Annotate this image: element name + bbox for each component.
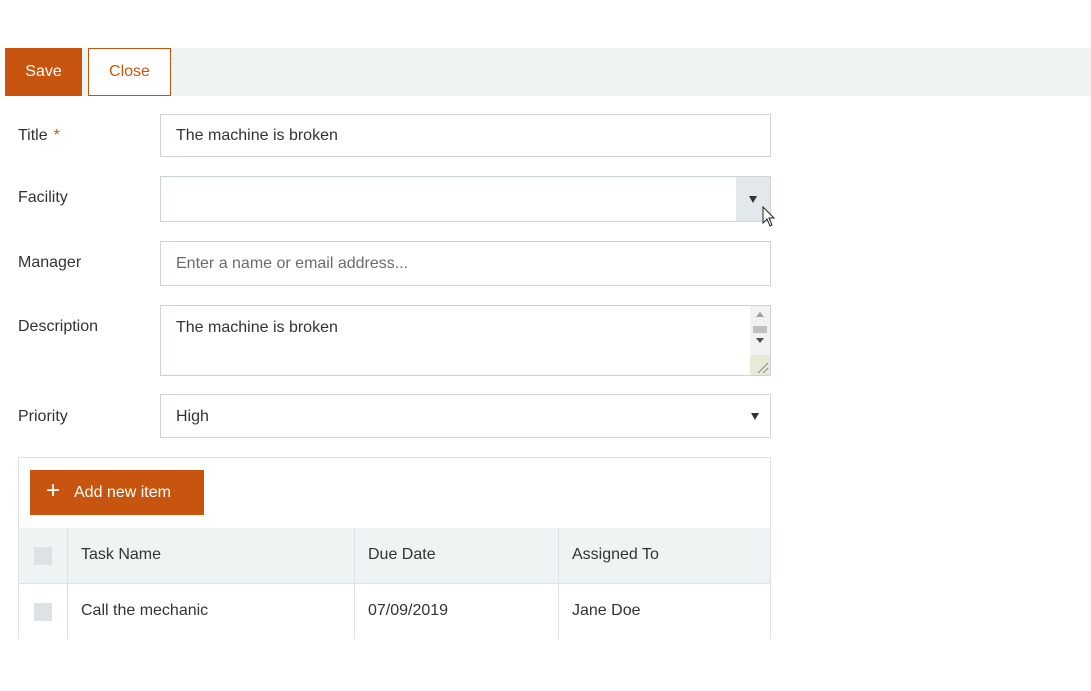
priority-select[interactable]: High [160,394,771,438]
priority-label: Priority [18,408,68,425]
row-select-cell [19,584,67,639]
due-date-cell: 07/09/2019 [354,584,558,639]
mouse-cursor-icon [762,206,776,227]
title-input[interactable]: The machine is broken [160,114,771,157]
task-name-value: Call the mechanic [81,602,209,619]
column-header-label: Due Date [368,546,436,563]
column-header-due-date[interactable]: Due Date [354,528,558,583]
facility-dropdown[interactable] [160,176,771,222]
description-value: The machine is broken [176,319,338,336]
manager-label: Manager [18,254,82,271]
assigned-to-value: Jane Doe [572,602,641,619]
add-new-item-label: Add new item [74,484,171,501]
select-all-cell [19,528,67,583]
task-name-cell: Call the mechanic [67,584,354,639]
column-header-assigned-to[interactable]: Assigned To [558,528,770,583]
manager-placeholder: Enter a name or email address... [176,255,409,272]
column-header-label: Task Name [81,546,162,563]
add-new-item-button[interactable]: + Add new item [30,470,204,515]
caret-down-icon [749,196,757,203]
scroll-up-icon[interactable] [756,312,764,317]
column-header-task-name[interactable]: Task Name [67,528,354,583]
scroll-down-icon[interactable] [756,338,764,343]
table-header: Task Name Due Date Assigned To [19,528,770,584]
close-button[interactable]: Close [88,48,171,96]
due-date-value: 07/09/2019 [368,602,449,619]
description-label: Description [18,318,99,335]
priority-value: High [176,408,209,425]
required-marker: * [53,127,60,144]
plus-icon: + [46,477,61,504]
column-header-label: Assigned To [572,546,659,563]
title-input-value: The machine is broken [176,127,338,144]
scroll-thumb[interactable] [753,326,767,333]
manager-people-picker[interactable]: Enter a name or email address... [160,241,771,286]
facility-label: Facility [18,189,68,206]
toolbar: Save Close [5,48,1091,96]
select-all-checkbox[interactable] [34,547,52,565]
save-button[interactable]: Save [5,48,82,96]
title-label: Title * [18,127,60,145]
chevron-down-icon [751,413,759,420]
tasks-panel: + Add new item Task Name Due Date Assign… [18,457,771,639]
table-row[interactable]: Call the mechanic 07/09/2019 Jane Doe [19,584,770,639]
resize-handle-icon[interactable] [750,355,770,375]
description-textarea[interactable]: The machine is broken [160,305,771,376]
assigned-to-cell: Jane Doe [558,584,770,639]
title-label-text: Title [18,127,48,144]
row-checkbox[interactable] [34,603,52,621]
